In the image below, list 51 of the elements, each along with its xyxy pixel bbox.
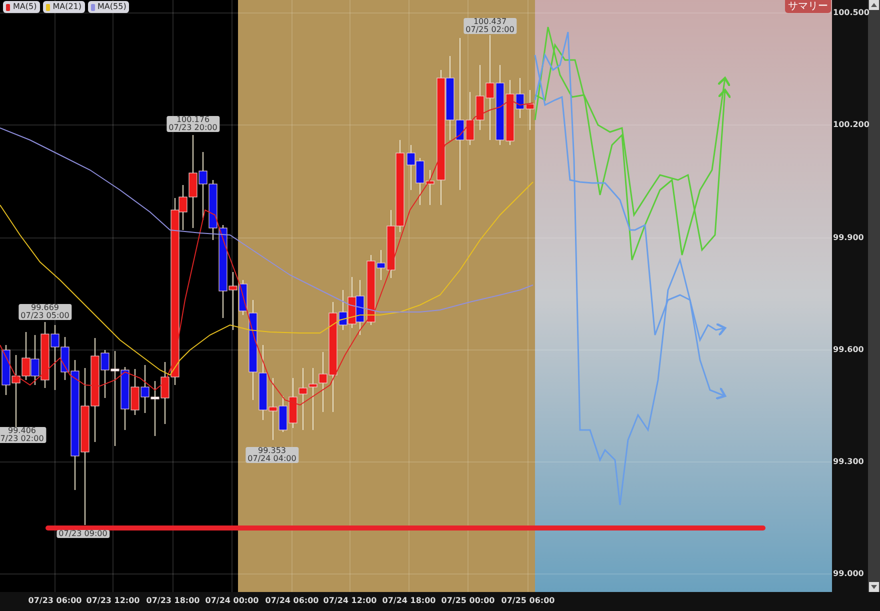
callout-price: 99.406 bbox=[7, 427, 37, 435]
time-label: 07/23 06:00 bbox=[28, 595, 82, 607]
price-label: 100.500 bbox=[833, 7, 870, 19]
callout-time: 07/23 20:00 bbox=[168, 124, 218, 132]
callout-price: 100.437 bbox=[472, 18, 508, 26]
scroll-up-icon[interactable] bbox=[869, 0, 879, 10]
legend-item[interactable]: MA(21) bbox=[42, 1, 85, 13]
callout-price: 99.353 bbox=[257, 447, 287, 455]
legend-item[interactable]: MA(55) bbox=[88, 1, 130, 13]
price-label: 99.000 bbox=[833, 568, 864, 580]
candlestick bbox=[140, 364, 150, 414]
callout-price: 99.669 bbox=[30, 304, 60, 312]
scroll-down-icon[interactable] bbox=[869, 582, 879, 592]
candlestick bbox=[198, 152, 208, 220]
legend-label: MA(5) bbox=[13, 1, 37, 13]
callout-time: 07/24 04:00 bbox=[248, 455, 296, 463]
candlestick bbox=[406, 144, 416, 190]
candlestick bbox=[356, 280, 364, 336]
candlestick bbox=[288, 378, 298, 428]
callout-time: 07/23 05:00 bbox=[20, 312, 70, 320]
price-label: 99.300 bbox=[833, 456, 864, 468]
candlestick bbox=[30, 334, 40, 386]
candlestick bbox=[526, 90, 534, 130]
legend-item[interactable]: MA(5) bbox=[3, 1, 40, 13]
time-label: 07/25 00:00 bbox=[441, 595, 495, 607]
legend-label: MA(21) bbox=[52, 1, 82, 13]
price-label: 99.600 bbox=[833, 344, 864, 356]
callout-time: 07/23 09:00 bbox=[58, 530, 108, 538]
candlestick bbox=[308, 368, 318, 430]
candlestick bbox=[298, 368, 308, 430]
legend-label: MA(55) bbox=[98, 1, 126, 13]
callout-price: 100.176 bbox=[175, 116, 211, 124]
price-label: 100.200 bbox=[833, 119, 870, 131]
scrollbar[interactable] bbox=[868, 0, 880, 592]
candlestick bbox=[40, 322, 50, 388]
candlestick bbox=[130, 368, 140, 416]
time-label: 07/24 00:00 bbox=[205, 595, 259, 607]
candlestick bbox=[150, 380, 160, 436]
time-label: 07/23 18:00 bbox=[146, 595, 200, 607]
summary-button[interactable]: サマリー bbox=[785, 0, 831, 13]
time-label: 07/24 18:00 bbox=[382, 595, 436, 607]
time-label: 07/24 12:00 bbox=[323, 595, 377, 607]
time-label: 07/23 12:00 bbox=[86, 595, 140, 607]
time-label: 07/24 06:00 bbox=[265, 595, 319, 607]
price-label: 99.900 bbox=[833, 232, 864, 244]
candlestick bbox=[426, 170, 434, 206]
callout-time: 7/23 02:00 bbox=[0, 435, 44, 443]
candlestick bbox=[348, 276, 356, 328]
candlestick bbox=[416, 158, 424, 206]
callout-time: 07/25 02:00 bbox=[466, 26, 514, 34]
time-label: 07/25 06:00 bbox=[501, 595, 555, 607]
